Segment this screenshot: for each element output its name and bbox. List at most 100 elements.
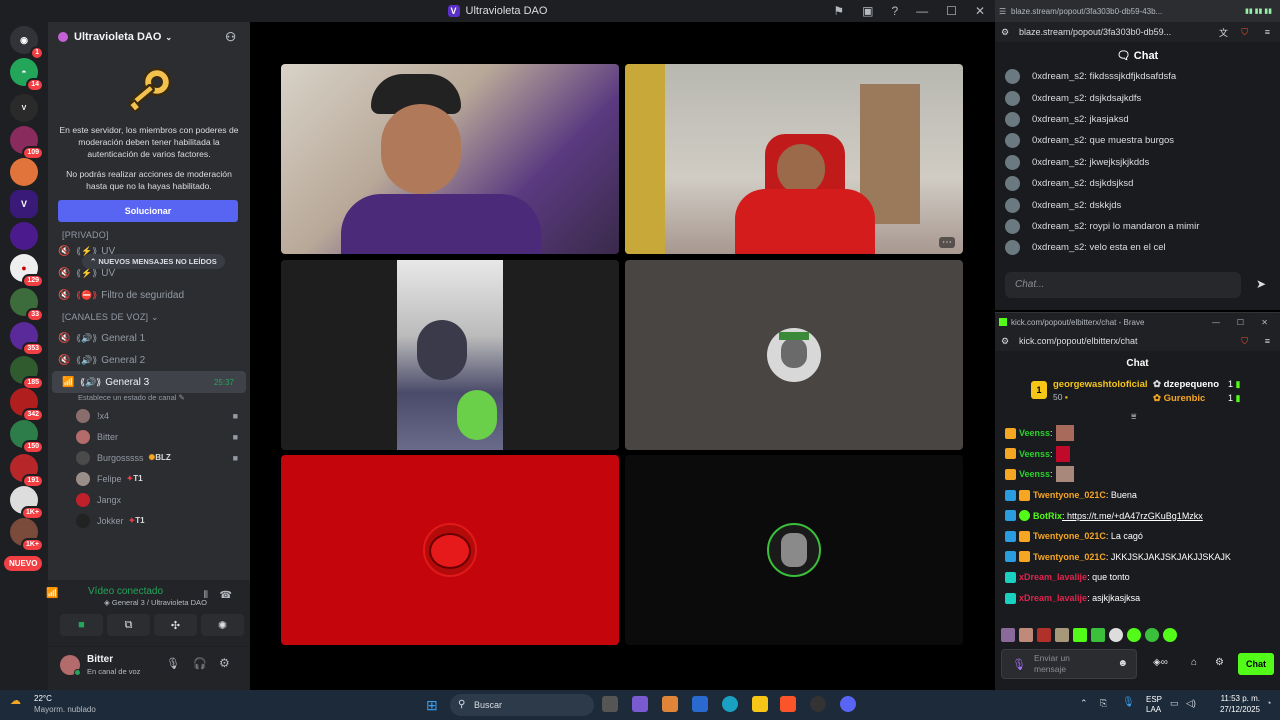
server-icon-13[interactable]: 1K+: [10, 486, 44, 520]
language-layout[interactable]: LAA: [1146, 705, 1161, 714]
server-icon-11[interactable]: 150: [10, 420, 44, 454]
server-header[interactable]: Ultravioleta DAO ⌄ ⚇: [48, 22, 250, 52]
notifications-icon[interactable]: ◔: [1266, 698, 1271, 708]
video-tile-camera-1[interactable]: [281, 64, 619, 254]
address-bar[interactable]: ⚙ blaze.stream/popout/3fa303b0-db59... 文…: [995, 22, 1280, 42]
emote-icon[interactable]: [1127, 628, 1141, 642]
windows-start-icon[interactable]: ⊞: [426, 697, 438, 714]
video-tile-camera-3[interactable]: [281, 260, 619, 450]
maximize-button[interactable]: ☐: [1237, 318, 1244, 327]
microphone-icon[interactable]: 🎙: [166, 657, 180, 670]
emote-icon[interactable]: [1037, 628, 1051, 642]
gear-icon[interactable]: ⚙: [1215, 657, 1224, 668]
weather-desc[interactable]: Mayorm. nublado: [34, 705, 96, 714]
channel-status-hint[interactable]: Establece un estado de canal ✎: [48, 393, 250, 405]
edge-icon[interactable]: [722, 696, 738, 712]
video-tile-avatar-5[interactable]: [281, 455, 619, 645]
share-screen-button[interactable]: ⧉: [107, 614, 150, 636]
weather-temp[interactable]: 22°C: [34, 694, 52, 703]
minimize-button[interactable]: —: [1212, 318, 1220, 327]
send-icon[interactable]: ➤: [1256, 277, 1266, 291]
invite-people-icon[interactable]: ⚇: [225, 30, 236, 44]
fix-mfa-button[interactable]: Solucionar: [58, 200, 238, 222]
obs-icon[interactable]: [810, 696, 826, 712]
network-icon[interactable]: ▭: [1170, 698, 1179, 709]
video-tile-avatar-6[interactable]: [625, 455, 963, 645]
close-button[interactable]: ✕: [975, 4, 985, 18]
maximize-button[interactable]: ☐: [946, 4, 957, 18]
chat-input[interactable]: Chat...: [1005, 272, 1241, 298]
voice-member[interactable]: Felipe ✦T1: [48, 468, 250, 489]
clock-time[interactable]: 11:53 p. m.: [1210, 694, 1260, 703]
voice-channel-general-3[interactable]: 📶 ⟪🔊⟫ General 3 25:37: [52, 371, 246, 393]
server-icon-4[interactable]: [10, 158, 38, 186]
server-icon-8[interactable]: 353: [10, 322, 44, 356]
emote-icon[interactable]: [1001, 628, 1015, 642]
emote-icon[interactable]: [1145, 628, 1159, 642]
site-settings-icon[interactable]: ⚙: [1001, 336, 1009, 347]
emote-icon[interactable]: [1019, 628, 1033, 642]
emote-icon[interactable]: [1073, 628, 1087, 642]
video-tile-avatar-4[interactable]: [625, 260, 963, 450]
server-icon-3[interactable]: 109: [10, 126, 44, 160]
category-privado[interactable]: [PRIVADO]: [48, 230, 250, 240]
emote-icon[interactable]: [1109, 628, 1123, 642]
voice-member[interactable]: Jangx: [48, 489, 250, 510]
translate-icon[interactable]: 文: [1219, 26, 1228, 39]
minimize-button[interactable]: —: [916, 4, 928, 18]
clock-date[interactable]: 27/12/2025: [1210, 705, 1260, 714]
more-options-icon[interactable]: ⋯: [939, 237, 955, 248]
message-input[interactable]: 🎙 Enviar un mensaje ☻: [1001, 649, 1137, 679]
video-tile-camera-2[interactable]: ⋯: [625, 64, 963, 254]
brave-shield-icon[interactable]: ⛉: [1241, 336, 1248, 347]
help-icon[interactable]: ?: [891, 4, 898, 18]
send-chat-button[interactable]: Chat: [1238, 653, 1274, 675]
app-icon[interactable]: [632, 696, 648, 712]
address-bar[interactable]: ⚙ kick.com/popout/elbitterx/chat ⛉ ≡: [995, 331, 1280, 351]
microphone-icon[interactable]: 🎙: [1012, 658, 1026, 671]
store-icon[interactable]: ⌂: [1191, 657, 1197, 668]
server-icon-2[interactable]: V: [10, 94, 38, 122]
screen-icon[interactable]: ▣: [862, 4, 873, 18]
emote-icon[interactable]: [1163, 628, 1177, 642]
server-icon-14[interactable]: 1K+: [10, 518, 44, 552]
brave-icon[interactable]: [780, 696, 796, 712]
points-icon[interactable]: ◈∞: [1153, 657, 1168, 668]
server-icon-home[interactable]: ◉ 1: [10, 26, 44, 60]
volume-icon[interactable]: ◁): [1186, 698, 1196, 709]
soundboard-button[interactable]: ✺: [201, 614, 244, 636]
tray-icon[interactable]: ⎘: [1100, 698, 1107, 709]
language-indicator[interactable]: ESP: [1146, 695, 1162, 704]
category-voz[interactable]: [CANALES DE VOZ] ⌄: [48, 312, 250, 323]
server-icon-5[interactable]: [10, 222, 38, 250]
emote-icon[interactable]: [1055, 628, 1069, 642]
new-servers-pill[interactable]: NUEVO: [4, 556, 43, 571]
headphones-icon[interactable]: 🎧: [193, 657, 207, 670]
server-icon-1[interactable]: ◓ 14: [10, 58, 44, 92]
emote-icon[interactable]: [1091, 628, 1105, 642]
noise-icon[interactable]: ⦀: [204, 590, 208, 601]
voice-channel-general-1[interactable]: 🔇 ⟪🔊⟫ General 1: [48, 327, 250, 349]
voice-member[interactable]: !x4 ■: [48, 405, 250, 426]
bot-link[interactable]: : https://t.me/+dA47rzGKuBg1Mzkx: [1062, 511, 1203, 521]
voice-location-text[interactable]: ◈ General 3 / Ultravioleta DAO: [104, 598, 207, 607]
browser-menu-icon[interactable]: ☰: [999, 7, 1006, 16]
menu-icon[interactable]: ≡: [1265, 27, 1270, 37]
server-icon-7[interactable]: 33: [10, 288, 44, 322]
voice-member[interactable]: Bitter ■: [48, 426, 250, 447]
server-icon-6[interactable]: ● 129: [10, 254, 44, 288]
site-settings-icon[interactable]: ⚙: [1001, 27, 1009, 38]
copilot-icon[interactable]: [662, 696, 678, 712]
unread-messages-pill[interactable]: ⌃ NUEVOS MENSAJES NO LEÍDOS: [82, 254, 225, 269]
menu-icon[interactable]: ≡: [1265, 336, 1270, 346]
emoji-icon[interactable]: ☻: [1117, 658, 1128, 669]
server-icon-12[interactable]: 191: [10, 454, 44, 488]
brave-shield-icon[interactable]: ⛉: [1241, 27, 1248, 38]
voice-member[interactable]: Burgosssss ✺BLZ ■: [48, 447, 250, 468]
camera-button[interactable]: ■: [60, 614, 103, 636]
inbox-icon[interactable]: ⚑: [833, 4, 844, 18]
taskbar-search[interactable]: ⚲ Buscar: [450, 694, 594, 716]
voice-member[interactable]: Jokker ✦T1: [48, 510, 250, 531]
voice-channel-filtro[interactable]: 🔇 ⟪⛔⟫ Filtro de seguridad: [48, 284, 250, 306]
disconnect-icon[interactable]: ☎: [220, 590, 232, 601]
